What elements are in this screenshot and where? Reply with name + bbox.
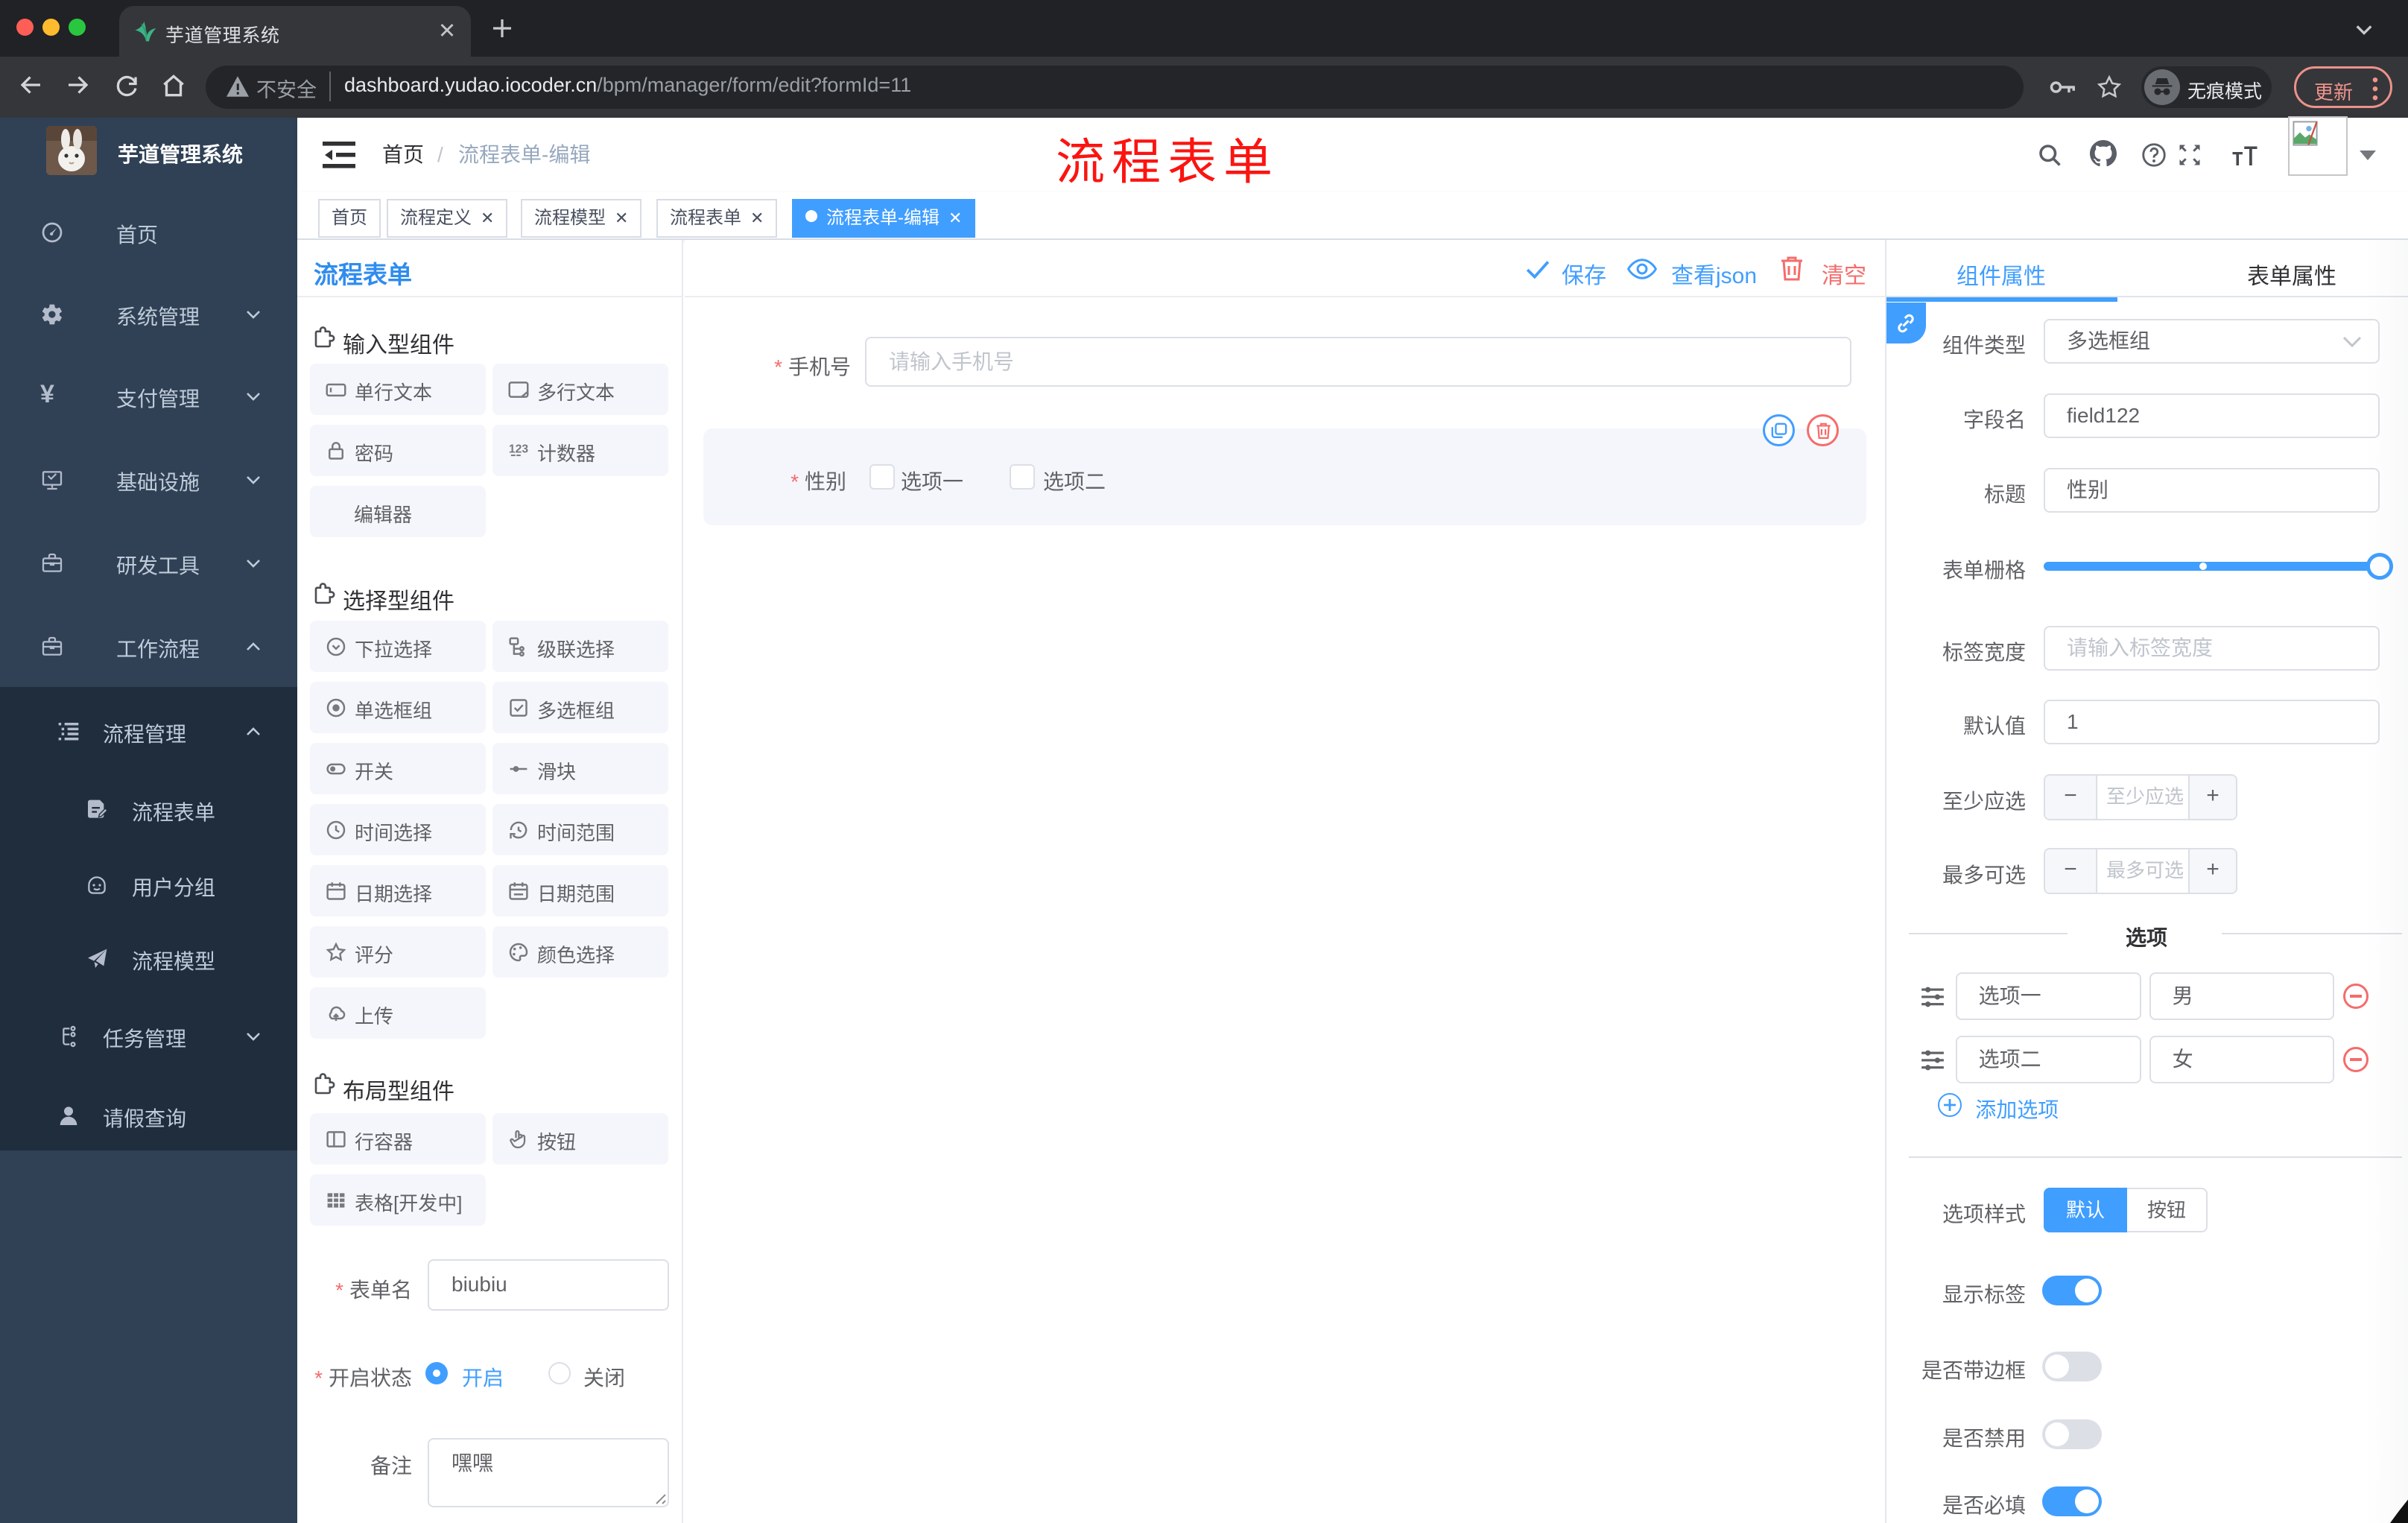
svg-text:123: 123 (509, 443, 529, 456)
